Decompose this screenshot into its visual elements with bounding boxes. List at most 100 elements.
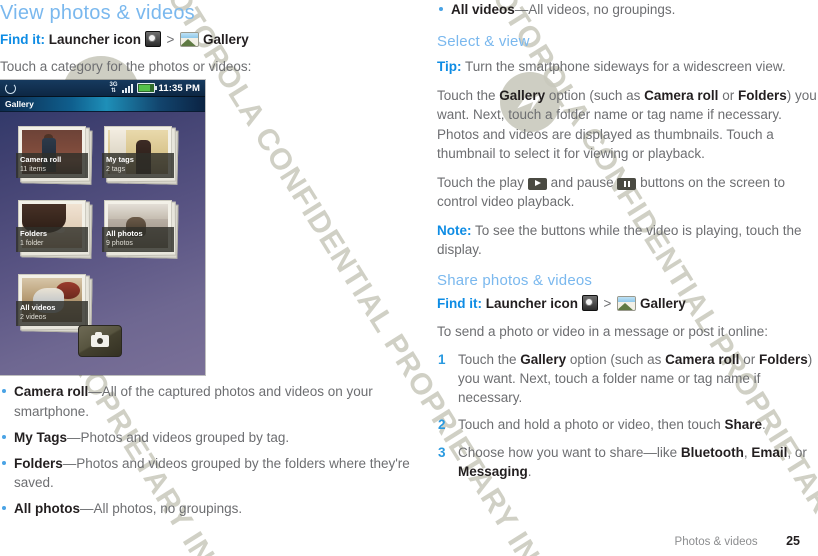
find-it-label: Find it: xyxy=(437,295,482,311)
breadcrumb-separator: > xyxy=(603,295,612,311)
tip-label: Tip: xyxy=(437,59,462,75)
find-it-label: Find it: xyxy=(0,32,45,47)
list-item-term: Folders xyxy=(14,455,63,471)
category-list-continued: All videos—All videos, no groupings. xyxy=(437,0,818,19)
gallery-tile-all-videos[interactable]: All videos 2 videos xyxy=(16,274,93,333)
list-item-desc: —Photos and videos grouped by the folder… xyxy=(14,455,410,490)
list-item: Folders—Photos and videos grouped by the… xyxy=(0,454,410,492)
section-heading-share: Share photos & videos xyxy=(437,271,593,289)
tile-caption: My tags 2 tags xyxy=(102,152,174,178)
tile-title: All videos xyxy=(20,302,56,312)
playback-paragraph: Touch the play and pause buttons on the … xyxy=(437,173,818,211)
text-run-bold: Share xyxy=(724,417,762,433)
tile-caption: All videos 2 videos xyxy=(16,300,88,326)
find-it-line: Find it: Launcher icon > Gallery xyxy=(0,31,410,49)
gallery-tile-folders[interactable]: Folders 1 folder xyxy=(16,200,93,259)
text-run-bold: Folders xyxy=(758,351,808,367)
list-item: Touch the Gallery option (such as Camera… xyxy=(437,350,818,407)
list-item: All videos—All videos, no groupings. xyxy=(437,0,818,19)
tile-subtitle: 11 items xyxy=(20,165,46,173)
share-steps: Touch the Gallery option (such as Camera… xyxy=(437,350,818,481)
text-run: Touch the xyxy=(437,88,500,104)
text-run: , or xyxy=(787,444,807,460)
text-run-bold: Gallery xyxy=(499,88,546,104)
list-item: Touch and hold a photo or video, then to… xyxy=(437,415,818,434)
find-it-step-2: Gallery xyxy=(202,32,249,47)
text-run: or xyxy=(718,88,738,104)
launcher-icon[interactable] xyxy=(144,31,161,47)
tile-subtitle: 1 folder xyxy=(20,239,44,247)
text-run-bold: Folders xyxy=(737,88,787,104)
note-label: Note: xyxy=(437,223,472,239)
text-run-bold: Camera roll xyxy=(644,88,719,104)
sync-icon xyxy=(5,82,16,94)
text-run: option (such as xyxy=(545,88,645,104)
list-item-term: All photos xyxy=(14,501,80,517)
right-column: All videos—All videos, no groupings. Sel… xyxy=(437,0,818,489)
play-icon[interactable] xyxy=(527,177,547,190)
list-item: Choose how you want to share—like Blueto… xyxy=(437,443,818,481)
network-type-indicator: 3G ⇅ xyxy=(109,82,118,94)
list-item-term: Camera roll xyxy=(14,384,89,400)
find-it-step-2: Gallery xyxy=(639,295,686,311)
phone-status-bar: 3G ⇅ 11:35 PM xyxy=(0,80,205,97)
tip-text: Turn the smartphone sideways for a wides… xyxy=(465,59,786,75)
gallery-grid: Camera roll 11 items My tags 2 tags Fold… xyxy=(0,112,205,333)
list-item-desc: —All photos, no groupings. xyxy=(80,501,243,517)
select-view-paragraph: Touch the Gallery option (such as Camera… xyxy=(437,86,818,163)
text-run: Touch the play xyxy=(437,174,528,190)
list-item: My Tags—Photos and videos grouped by tag… xyxy=(0,428,410,447)
text-run-bold: Email xyxy=(751,444,788,460)
page-footer: Photos & videos 25 xyxy=(0,532,818,550)
note-paragraph: Note: To see the buttons while the video… xyxy=(437,221,818,259)
find-it-line-share: Find it: Launcher icon > Gallery xyxy=(437,294,818,313)
category-list: Camera roll—All of the captured photos a… xyxy=(0,382,410,518)
tile-subtitle: 2 videos xyxy=(20,313,47,321)
phone-screenshot: 3G ⇅ 11:35 PM Gallery Camera roll 11 item… xyxy=(0,80,205,375)
gallery-tile-camera-roll[interactable]: Camera roll 11 items xyxy=(16,126,93,185)
gallery-tile-my-tags[interactable]: My tags 2 tags xyxy=(102,126,179,185)
text-run-bold: Messaging xyxy=(458,463,528,479)
battery-icon xyxy=(136,83,157,93)
share-intro: To send a photo or video in a message or… xyxy=(437,323,768,339)
text-run: and pause xyxy=(546,174,618,190)
gallery-tile-all-photos[interactable]: All photos 9 photos xyxy=(102,200,179,259)
camera-button[interactable] xyxy=(78,325,122,357)
signal-bars-icon xyxy=(121,83,133,93)
camera-icon xyxy=(91,332,109,347)
text-run-bold: Bluetooth xyxy=(680,444,744,460)
text-run: option (such as xyxy=(566,351,666,367)
status-clock: 11:35 PM xyxy=(158,82,200,94)
tile-subtitle: 9 photos xyxy=(106,239,133,247)
tile-title: My tags xyxy=(106,154,134,164)
find-it-step-1: Launcher icon xyxy=(485,295,579,311)
text-run: . xyxy=(527,463,532,479)
footer-section: Photos & videos xyxy=(674,536,758,548)
text-run: or xyxy=(739,351,759,367)
section-heading-select-view: Select & view xyxy=(437,33,530,51)
intro-paragraph: Touch a category for the photos or video… xyxy=(0,59,252,75)
text-run: Touch the xyxy=(458,351,521,367)
phone-title-bar: Gallery xyxy=(0,97,205,112)
launcher-icon[interactable] xyxy=(581,294,598,311)
tile-title: Folders xyxy=(20,228,48,238)
tile-title: Camera roll xyxy=(20,154,62,164)
tip-paragraph: Tip: Turn the smartphone sideways for a … xyxy=(437,57,818,76)
list-item: Camera roll—All of the captured photos a… xyxy=(0,382,410,420)
list-item-desc: —All videos, no groupings. xyxy=(514,2,676,17)
list-item-desc: —Photos and videos grouped by tag. xyxy=(67,429,290,445)
tile-caption: Folders 1 folder xyxy=(16,226,88,252)
text-run-bold: Camera roll xyxy=(665,351,740,367)
gallery-icon[interactable] xyxy=(180,32,200,47)
list-item-term: My Tags xyxy=(14,429,68,445)
text-run: . xyxy=(761,417,766,433)
gallery-icon[interactable] xyxy=(617,295,637,311)
tile-title: All photos xyxy=(106,228,143,238)
list-item: All photos—All photos, no groupings. xyxy=(0,499,410,518)
text-run-bold: Gallery xyxy=(520,351,567,367)
breadcrumb-separator: > xyxy=(166,32,175,47)
pause-icon[interactable] xyxy=(617,177,637,190)
phone-app-title: Gallery xyxy=(5,99,34,109)
tile-subtitle: 2 tags xyxy=(106,165,126,173)
text-run: Touch and hold a photo or video, then to… xyxy=(458,417,725,433)
